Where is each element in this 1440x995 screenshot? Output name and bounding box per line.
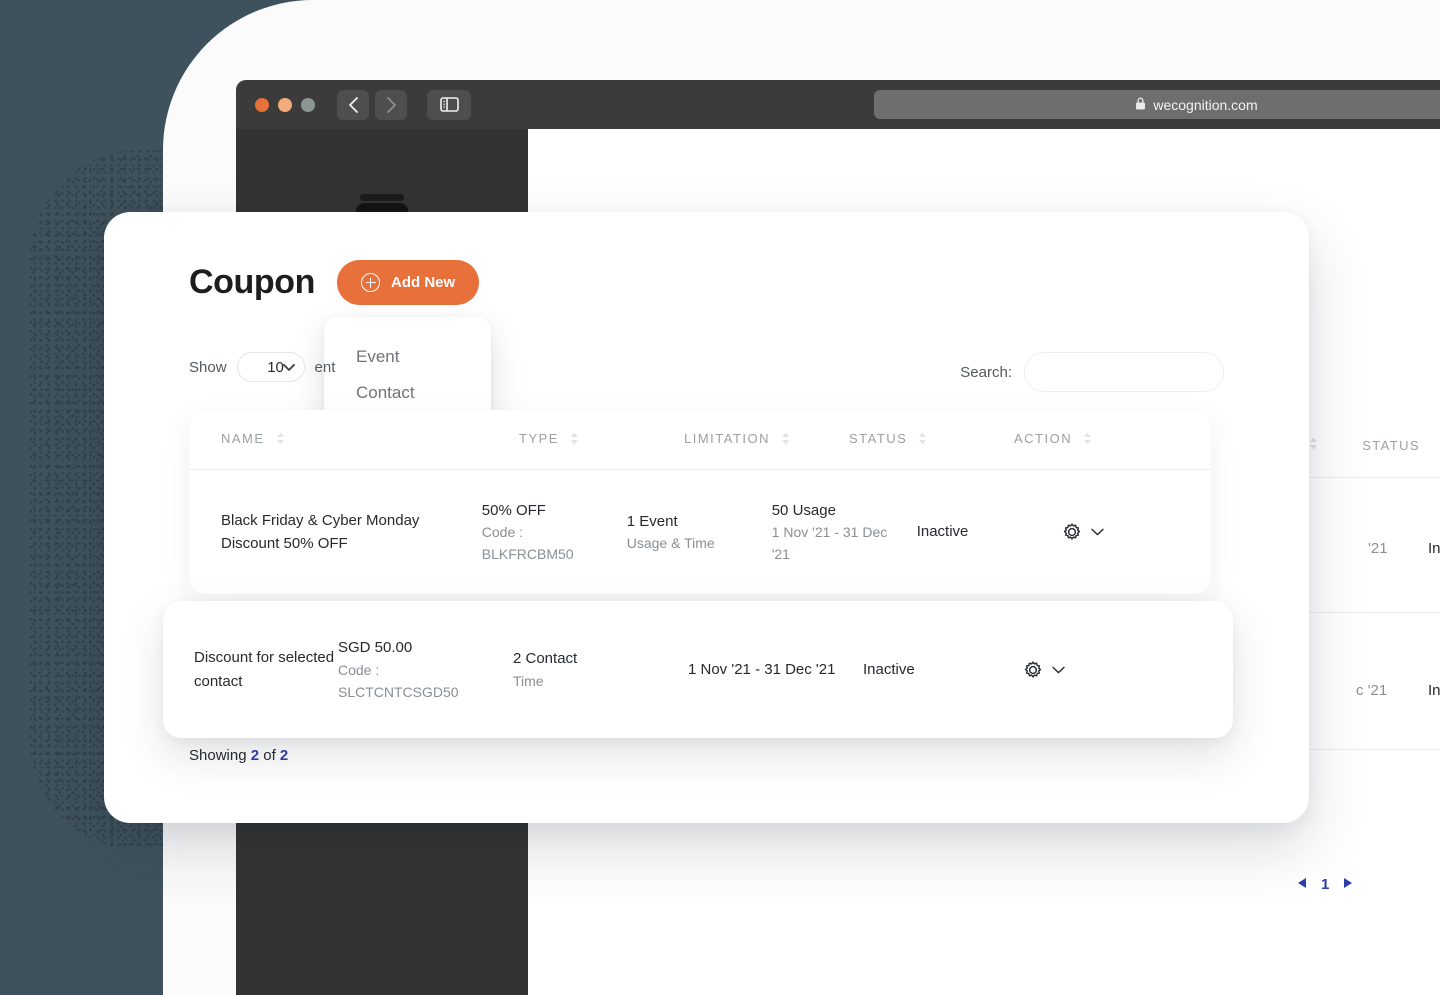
search-input[interactable] (1024, 352, 1224, 392)
showing-summary: Showing 2 of 2 (189, 747, 288, 764)
gear-icon (1062, 522, 1082, 542)
table-controls: Show 10 ent Search: (189, 352, 1224, 398)
coupon-discount: 50% OFF (482, 499, 617, 522)
sort-icon (1083, 432, 1092, 448)
cell-usage: 50 Usage 1 Nov '21 - 31 Dec '21 (772, 499, 917, 566)
triangle-right-icon (1343, 878, 1352, 888)
plus-circle-icon (361, 273, 380, 292)
limitation-kind: Time (513, 671, 688, 693)
usage-count: 50 Usage (772, 499, 907, 522)
limitation-scope: 2 Contact (513, 647, 688, 671)
minimize-window-button[interactable] (278, 98, 292, 112)
triangle-left-icon (1298, 878, 1307, 888)
cell-type: SGD 50.00 Code : SLCTCNTCSGD50 (338, 636, 513, 704)
chevron-down-icon (1052, 666, 1065, 674)
search-label: Search: (960, 364, 1012, 381)
chevron-right-icon (386, 97, 397, 113)
address-bar-url: wecognition.com (1153, 97, 1257, 113)
limitation-scope: 1 Event (627, 510, 762, 533)
column-header-name[interactable]: NAME (189, 431, 519, 448)
back-button[interactable] (337, 90, 369, 120)
status-badge: Inactive (863, 661, 1023, 678)
traffic-lights (255, 98, 315, 112)
navigation-buttons (337, 90, 407, 120)
entries-label: ent (315, 359, 336, 376)
coupon-amount: SGD 50.00 (338, 636, 513, 660)
sidebar-toggle-icon (440, 97, 459, 112)
showing-count: 2 (251, 747, 259, 764)
close-window-button[interactable] (255, 98, 269, 112)
search-control: Search: (960, 352, 1224, 392)
pagination-page-1[interactable]: 1 (1321, 876, 1329, 893)
floating-table-row[interactable]: Discount for selected contact SGD 50.00 … (163, 601, 1233, 738)
cell-type: 50% OFF Code : BLKFRCBM50 (482, 499, 627, 566)
background-row-date: '21 (1368, 540, 1388, 557)
add-new-button[interactable]: Add New (337, 260, 479, 305)
page-size-select[interactable]: 10 (237, 352, 305, 382)
browser-toolbar: wecognition.com (236, 80, 1440, 129)
cell-name: Black Friday & Cyber Monday Discount 50%… (189, 509, 482, 556)
showing-total: 2 (280, 747, 288, 764)
sort-icon (918, 432, 927, 448)
sort-icon[interactable] (1309, 437, 1318, 453)
showing-prefix: Showing (189, 747, 247, 764)
background-column-status[interactable]: STATUS (1362, 438, 1420, 453)
showing-of: of (263, 747, 276, 764)
column-header-limitation[interactable]: LIMITATION (684, 431, 849, 448)
forward-button[interactable] (375, 90, 407, 120)
column-header-type[interactable]: TYPE (519, 431, 684, 448)
add-new-button-label: Add New (391, 274, 455, 291)
coupon-code-label: Code : (338, 660, 513, 682)
sort-icon (276, 432, 285, 448)
coupon-table: NAME TYPE LIMITATION (189, 410, 1211, 594)
coupon-code-value: SLCTCNTCSGD50 (338, 682, 513, 704)
pagination-prev-button[interactable] (1298, 878, 1307, 891)
sort-icon (781, 432, 790, 448)
gear-icon (1023, 660, 1043, 680)
limitation-kind: Usage & Time (627, 533, 762, 555)
background-row-status: Inactive (1428, 682, 1440, 699)
chevron-left-icon (348, 97, 359, 113)
pagination: 1 (1298, 876, 1352, 893)
cell-action (1062, 522, 1211, 542)
row-action-menu-button[interactable] (1023, 660, 1163, 680)
address-bar[interactable]: wecognition.com (874, 90, 1440, 119)
pagination-next-button[interactable] (1343, 878, 1352, 891)
coupon-name: Black Friday & Cyber Monday Discount 50%… (221, 509, 472, 556)
column-header-action[interactable]: ACTION (1014, 431, 1184, 448)
table-row[interactable]: Black Friday & Cyber Monday Discount 50%… (189, 470, 1211, 594)
coupon-table-header: NAME TYPE LIMITATION (189, 410, 1211, 470)
cell-dates: 1 Nov '21 - 31 Dec '21 (688, 661, 863, 678)
cell-status: Inactive (917, 520, 1062, 543)
cell-action (1023, 660, 1163, 680)
column-header-status[interactable]: STATUS (849, 431, 1014, 448)
cell-name: Discount for selected contact (163, 646, 338, 694)
zoom-window-button[interactable] (301, 98, 315, 112)
lock-icon (1135, 97, 1146, 113)
coupon-code: Code : BLKFRCBM50 (482, 522, 617, 565)
background-table-header: STATUS (1309, 437, 1420, 453)
show-label: Show (189, 359, 227, 376)
modal-header: Coupon Add New (189, 260, 479, 305)
cell-limitation: 2 Contact Time (513, 647, 688, 693)
background-row-date: c '21 (1356, 682, 1387, 699)
sort-icon (570, 432, 579, 448)
background-row-status: Inactive (1428, 540, 1440, 557)
page-title: Coupon (189, 263, 315, 302)
usage-dates: 1 Nov '21 - 31 Dec '21 (772, 522, 907, 565)
chevron-down-icon (1091, 528, 1104, 536)
cell-limitation-type: 1 Event Usage & Time (627, 510, 772, 555)
status-badge: Inactive (917, 520, 1052, 543)
sidebar-toggle-button[interactable] (427, 90, 471, 120)
row-action-menu-button[interactable] (1062, 522, 1201, 542)
